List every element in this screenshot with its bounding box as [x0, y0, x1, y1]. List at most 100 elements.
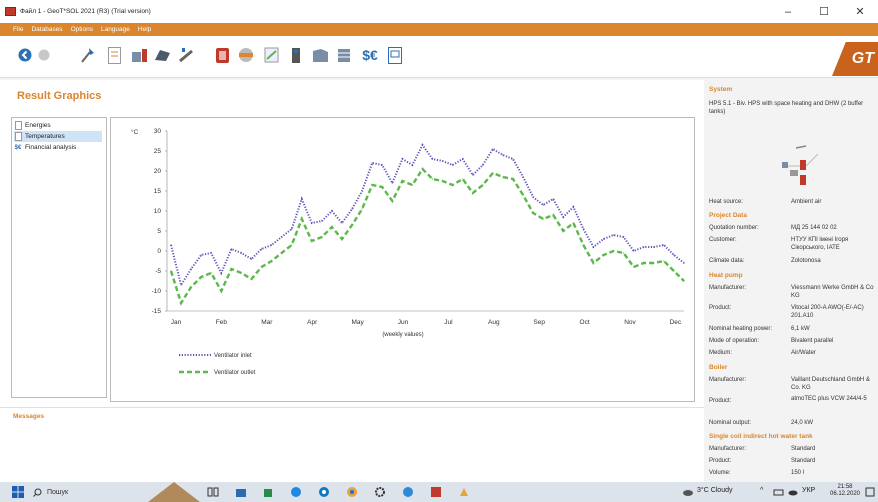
data-point — [592, 246, 595, 248]
data-point — [361, 190, 363, 192]
close-button[interactable]: ✕ — [842, 0, 878, 23]
telegram-icon[interactable] — [402, 486, 414, 498]
currency-button[interactable]: $€ — [358, 44, 382, 66]
tool-report-button[interactable] — [387, 44, 403, 66]
heat-source-value: Ambient air — [791, 199, 822, 205]
tool-pipe-button[interactable] — [262, 44, 280, 66]
data-point — [442, 180, 444, 182]
tool-tank-button[interactable] — [213, 44, 231, 66]
data-point — [260, 266, 263, 268]
tool-unit-button[interactable] — [288, 44, 304, 66]
info-sidebar: System HPS 5.1 - Biv. HPS with space hea… — [705, 80, 878, 482]
customer-value: НТУУ КПІ імені Ігоря Сікорського, ІАТЕ — [791, 237, 849, 251]
data-point — [361, 208, 363, 210]
weather-text[interactable]: 3°C Cloudy — [697, 487, 732, 494]
x-tick-label: Oct — [580, 319, 590, 326]
data-point — [653, 262, 655, 264]
menu-file[interactable]: File — [13, 26, 23, 33]
y-tick-label: 25 — [154, 148, 162, 155]
nav-item-temperatures[interactable]: Temperatures — [14, 131, 102, 142]
tool-table-button[interactable] — [336, 44, 352, 66]
data-point — [230, 248, 232, 250]
settings-gear-icon[interactable] — [374, 486, 386, 498]
system-diagram-icon — [782, 145, 819, 185]
chrome-icon[interactable] — [346, 486, 358, 498]
heat-pump-title: Heat pump — [709, 272, 743, 279]
hp-manufacturer-value: Viessmann Werke GmbH & Co KG — [791, 285, 874, 299]
y-tick-label: 30 — [154, 128, 162, 135]
data-point — [371, 162, 373, 164]
tool-document-button[interactable] — [106, 44, 122, 66]
menu-databases[interactable]: Databases — [31, 26, 62, 33]
input-language[interactable]: УКР — [802, 487, 815, 494]
maximize-button[interactable]: ☐ — [806, 0, 842, 23]
data-point — [180, 284, 182, 286]
x-tick-label: Jun — [398, 319, 409, 326]
tool-building-button[interactable] — [130, 44, 148, 66]
data-point — [271, 260, 273, 262]
y-tick-label: 5 — [157, 228, 161, 235]
data-point — [401, 180, 403, 182]
data-point — [502, 176, 504, 178]
app-pinned-icon[interactable] — [458, 486, 470, 498]
cloud-sync-icon[interactable] — [787, 486, 799, 498]
data-point — [653, 246, 655, 248]
data-point — [190, 268, 192, 270]
data-point — [260, 248, 263, 250]
geotsol-app-icon[interactable] — [430, 486, 442, 498]
nav-item-energies[interactable]: Energies — [14, 120, 102, 131]
minimize-button[interactable]: – — [770, 0, 806, 23]
tank-product-label: Product: — [709, 458, 732, 464]
hp-product-label: Product: — [709, 305, 732, 311]
nav-item-label: Financial analysis — [25, 144, 77, 151]
tool-roof-button[interactable] — [153, 44, 171, 66]
series-line-outlet — [169, 167, 685, 306]
data-point — [572, 206, 574, 208]
tool-results-button[interactable] — [311, 44, 329, 66]
data-point — [281, 252, 283, 254]
data-point — [472, 192, 474, 194]
file-explorer-icon[interactable] — [235, 486, 247, 498]
climate-value: Zolotonosa — [791, 258, 821, 264]
data-point — [613, 234, 615, 236]
menu-options[interactable]: Options — [71, 26, 93, 33]
data-point — [391, 182, 393, 184]
menu-language[interactable]: Language — [101, 26, 130, 33]
data-point — [210, 252, 212, 254]
hp-power-label: Nominal heating power: — [709, 326, 773, 332]
store-icon[interactable] — [262, 486, 274, 498]
data-point — [492, 148, 494, 150]
x-tick-label: May — [351, 319, 364, 326]
tool-heating-button[interactable] — [237, 44, 255, 66]
x-tick-label: Dec — [670, 319, 682, 326]
forward-button[interactable] — [36, 44, 52, 66]
tray-chevron-icon[interactable]: ^ — [760, 487, 763, 494]
windows-start-icon[interactable] — [12, 486, 24, 498]
menu-help[interactable]: Help — [138, 26, 151, 33]
data-point — [562, 216, 564, 218]
x-tick-label: Jul — [444, 319, 453, 326]
data-point — [633, 266, 635, 268]
tool-collector-button[interactable] — [177, 44, 195, 66]
gt-logo: GT — [832, 42, 878, 76]
x-tick-label: Feb — [216, 319, 228, 326]
data-point — [301, 198, 303, 200]
clock[interactable]: 21:58 06.12.2020 — [828, 484, 862, 498]
y-tick-label: 20 — [154, 168, 162, 175]
back-button[interactable] — [17, 44, 33, 66]
edge-icon[interactable] — [290, 486, 302, 498]
battery-icon[interactable] — [773, 486, 785, 498]
unit-icon — [292, 47, 300, 63]
data-point — [673, 254, 675, 256]
data-point — [301, 218, 303, 220]
taskbar-search[interactable]: Пошук — [33, 484, 143, 500]
data-point — [512, 178, 514, 180]
task-view-icon[interactable] — [207, 486, 219, 498]
legend-label: Ventilator inlet — [214, 353, 252, 359]
notifications-icon[interactable] — [864, 486, 876, 498]
tool-wizard-button[interactable] — [79, 44, 97, 66]
data-point — [291, 228, 293, 230]
data-point — [180, 302, 182, 304]
nav-item-financial-analysis[interactable]: $€ Financial analysis — [14, 142, 102, 153]
browser-icon[interactable] — [318, 486, 330, 498]
